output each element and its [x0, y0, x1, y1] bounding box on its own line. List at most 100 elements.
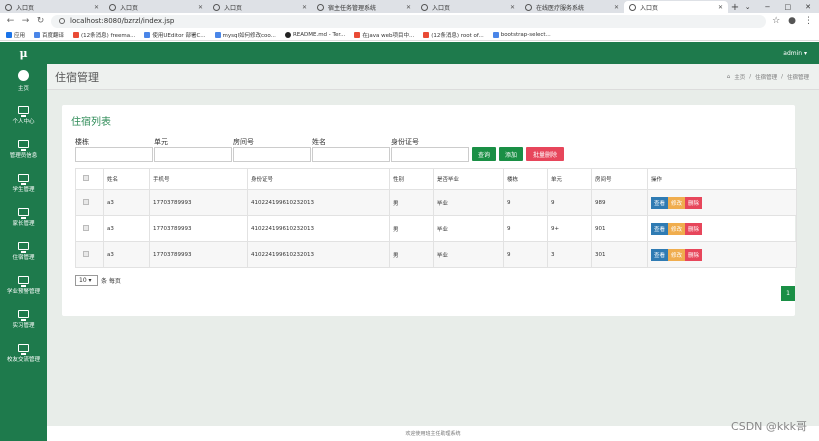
sidebar-item-parents[interactable]: 家长管理 [0, 200, 47, 234]
close-icon[interactable]: ✕ [302, 4, 307, 11]
close-icon[interactable]: ✕ [805, 3, 811, 11]
globe-icon [317, 3, 324, 11]
forward-icon[interactable]: → [21, 16, 30, 26]
translate-icon [34, 31, 41, 38]
edit-button[interactable]: 修改 [668, 196, 686, 209]
row-checkbox[interactable] [83, 250, 89, 257]
globe-icon [629, 3, 636, 11]
unit-input[interactable] [154, 147, 232, 162]
breadcrumb-item[interactable]: 住宿管理 [755, 73, 777, 81]
filter-label-unit: 单元 [154, 138, 168, 146]
column-header: 姓名 [103, 168, 150, 190]
minimize-icon[interactable]: − [765, 3, 771, 11]
cell-building: 9 [503, 241, 548, 268]
sidebar-item-internship[interactable]: 实习管理 [0, 302, 47, 336]
housing-table: 姓名 手机号 身份证号 性别 是否毕业 楼栋 单元 房间号 操作 a3 1770… [75, 168, 797, 268]
account-icon[interactable]: ● [788, 16, 796, 26]
close-icon[interactable]: ✕ [198, 4, 203, 11]
browser-tab[interactable]: 入口页 ✕ [104, 1, 208, 13]
close-icon[interactable]: ✕ [94, 4, 99, 11]
new-tab-button[interactable]: + [728, 2, 742, 13]
bookmark[interactable]: 在java web项目中... [354, 31, 414, 39]
edit-button[interactable]: 修改 [668, 222, 686, 235]
monitor-icon [18, 207, 29, 219]
user-menu[interactable]: admin ▾ [783, 50, 807, 57]
bookmark[interactable]: 百度翻译 [34, 31, 64, 39]
browser-tab[interactable]: 在线医疗服务系统 ✕ [520, 1, 624, 13]
sidebar-item-admin[interactable]: 管理员信息 [0, 132, 47, 166]
top-navbar: admin ▾ [47, 42, 819, 64]
sidebar-item-home[interactable]: 主页 [0, 64, 47, 98]
breadcrumb-home[interactable]: 主页 [734, 73, 745, 81]
globe-icon [213, 3, 220, 11]
row-checkbox[interactable] [83, 198, 89, 205]
bookmark[interactable]: 使用UEditor 部署C... [144, 31, 206, 39]
list-panel: 住宿列表 楼栋 单元 房间号 姓名 身份证号 查询 添加 批量删除 姓名 手机号… [62, 105, 797, 316]
cell-phone: 17703789993 [149, 215, 248, 242]
logo: μ [19, 46, 28, 60]
sidebar-item-warnings[interactable]: 学业预警管理 [0, 268, 47, 302]
column-header: 性别 [389, 168, 434, 190]
room-input[interactable] [233, 147, 311, 162]
delete-button[interactable]: 删除 [685, 222, 703, 235]
cell-building: 9 [503, 215, 548, 242]
browser-tabbar: 入口页 ✕ 入口页 ✕ 入口页 ✕ 宿主任务管理系统 ✕ 入口页 ✕ 在线医疗服务系统 ✕ … [0, 0, 819, 13]
globe-icon [525, 3, 532, 11]
star-icon[interactable]: ☆ [772, 16, 780, 26]
column-header: 是否毕业 [433, 168, 504, 190]
browser-tab[interactable]: 宿主任务管理系统 ✕ [312, 1, 416, 13]
url-field[interactable]: localhost:8080/bzrzl/index.jsp [51, 14, 767, 28]
column-header: 楼栋 [503, 168, 548, 190]
bookmark-apps[interactable]: 应用 [6, 31, 25, 39]
idcard-input[interactable] [391, 147, 469, 162]
checkbox[interactable] [83, 175, 89, 181]
monitor-icon [18, 309, 29, 321]
sidebar-item-alumni[interactable]: 校友交流管理 [0, 336, 47, 370]
cell-gender: 男 [389, 241, 434, 268]
cell-gender: 男 [389, 215, 434, 242]
pagination-page-1[interactable]: 1 [781, 286, 795, 301]
add-button[interactable]: 添加 [499, 147, 523, 161]
close-icon[interactable]: ✕ [510, 4, 515, 11]
sidebar-item-housing[interactable]: 住宿管理 [0, 234, 47, 268]
view-button[interactable]: 查看 [651, 222, 669, 235]
building-input[interactable] [75, 147, 153, 162]
bookmark[interactable]: README.md - Ter... [284, 31, 345, 38]
bookmark[interactable]: (12条消息) freema... [73, 31, 135, 39]
reload-icon[interactable]: ↻ [36, 16, 45, 26]
row-checkbox[interactable] [83, 224, 89, 231]
select-all-cell[interactable] [75, 168, 104, 190]
page-size-select[interactable]: 10 ▾ [75, 275, 98, 286]
browser-tab[interactable]: 入口页 ✕ [0, 1, 104, 13]
sidebar-item-students[interactable]: 学生管理 [0, 166, 47, 200]
batch-delete-button[interactable]: 批量删除 [526, 147, 564, 161]
csdn-icon [423, 31, 430, 38]
close-icon[interactable]: ✕ [406, 4, 411, 11]
bookmark[interactable]: mysql如何修改coo... [214, 31, 276, 39]
bookmark[interactable]: bootstrap-select... [492, 31, 551, 38]
delete-button[interactable]: 删除 [685, 248, 703, 261]
home-icon: ⌂ [726, 73, 731, 80]
chevron-down-icon[interactable]: ⌄ [745, 3, 751, 11]
cell-idcard: 410224199610232013 [247, 241, 390, 268]
filter-label-idcard: 身份证号 [391, 138, 419, 146]
view-button[interactable]: 查看 [651, 248, 669, 261]
sidebar-item-profile[interactable]: 个人中心 [0, 98, 47, 132]
column-header: 身份证号 [247, 168, 390, 190]
maximize-icon[interactable]: □ [785, 3, 792, 11]
edit-button[interactable]: 修改 [668, 248, 686, 261]
bookmark[interactable]: (12条消息) root of... [423, 31, 484, 39]
browser-tab[interactable]: 入口页 ✕ [416, 1, 520, 13]
menu-icon[interactable]: ⋮ [804, 16, 813, 26]
back-icon[interactable]: ← [6, 16, 15, 26]
name-input[interactable] [312, 147, 390, 162]
close-icon[interactable]: ✕ [718, 4, 723, 11]
close-icon[interactable]: ✕ [614, 4, 619, 11]
delete-button[interactable]: 删除 [685, 196, 703, 209]
browser-tab-active[interactable]: 入口页 ✕ [624, 1, 728, 13]
table-header-row: 姓名 手机号 身份证号 性别 是否毕业 楼栋 单元 房间号 操作 [75, 168, 797, 190]
view-button[interactable]: 查看 [651, 196, 669, 209]
search-button[interactable]: 查询 [472, 147, 496, 161]
monitor-icon [18, 173, 29, 185]
browser-tab[interactable]: 入口页 ✕ [208, 1, 312, 13]
